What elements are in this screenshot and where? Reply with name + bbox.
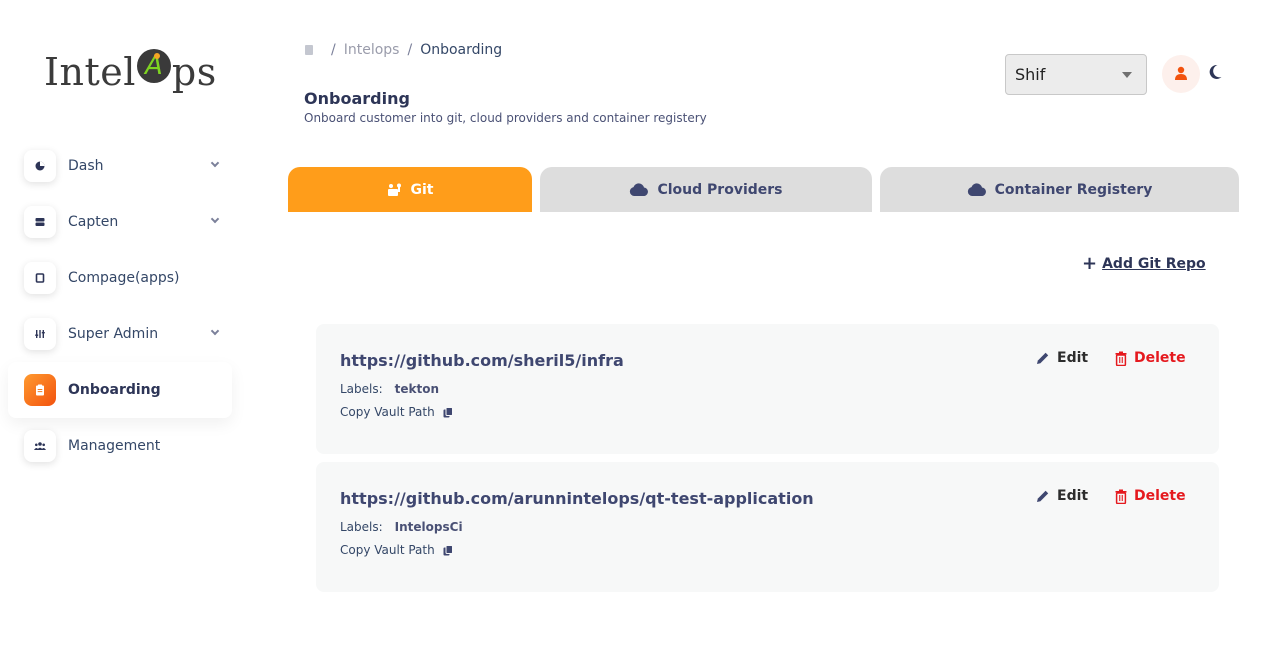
logo-text-prefix: Intel	[44, 50, 136, 94]
edit-button[interactable]: Edit	[1036, 350, 1088, 366]
sidebar-nav: Dash Capten Compage(apps) Super Admin On…	[8, 138, 232, 474]
user-icon	[1174, 65, 1188, 84]
moon-icon	[1208, 64, 1222, 84]
copy-icon[interactable]	[443, 406, 453, 418]
tab-cloud-providers[interactable]: Cloud Providers	[540, 167, 872, 212]
sidebar: Intel A ps Dash Capten Compage(apps) Sup…	[0, 0, 240, 664]
plus-icon: +	[1082, 253, 1098, 274]
git-icon	[387, 183, 403, 197]
delete-label: Delete	[1134, 350, 1186, 366]
edit-label: Edit	[1057, 488, 1089, 504]
repo-labels: Labels: IntelopsCi	[340, 520, 463, 534]
pencil-icon	[1037, 352, 1049, 364]
sidebar-item-label: Dash	[68, 158, 104, 174]
home-icon[interactable]	[305, 45, 313, 55]
copy-vault-path-label: Copy Vault Path	[340, 405, 435, 419]
user-profile-button[interactable]	[1162, 55, 1200, 93]
dark-mode-toggle[interactable]	[1205, 62, 1225, 86]
organization-select-value: Shif	[1015, 65, 1046, 84]
tab-label: Container Registery	[994, 181, 1153, 198]
copy-icon[interactable]	[443, 544, 453, 556]
sidebar-item-label: Compage(apps)	[68, 270, 180, 286]
sidebar-item-compage[interactable]: Compage(apps)	[8, 250, 232, 306]
sidebar-item-label: Onboarding	[68, 382, 161, 398]
delete-button[interactable]: Delete	[1115, 488, 1186, 504]
pie-chart-icon	[24, 150, 56, 182]
breadcrumb-separator: /	[331, 42, 336, 58]
caret-down-icon	[1122, 72, 1132, 78]
cloud-icon	[629, 183, 649, 196]
logo-badge: A	[136, 49, 171, 83]
users-icon	[24, 430, 56, 462]
onboarding-tabs: Git Cloud Providers Container Registery	[288, 167, 1239, 212]
sidebar-item-label: Capten	[68, 214, 119, 230]
trash-icon	[1115, 489, 1127, 504]
server-icon	[24, 206, 56, 238]
clipboard-icon	[24, 374, 56, 406]
breadcrumb-separator: /	[407, 42, 413, 58]
repo-card: https://github.com/arunnintelops/qt-test…	[316, 462, 1219, 592]
sidebar-item-dash[interactable]: Dash	[8, 138, 232, 194]
chevron-down-icon[interactable]	[210, 326, 220, 336]
copy-vault-path[interactable]: Copy Vault Path	[340, 543, 453, 557]
sidebar-item-capten[interactable]: Capten	[8, 194, 232, 250]
copy-vault-path-label: Copy Vault Path	[340, 543, 435, 557]
sidebar-item-label: Super Admin	[68, 326, 159, 342]
edit-label: Edit	[1057, 350, 1089, 366]
chevron-down-icon[interactable]	[210, 214, 220, 224]
chevron-down-icon[interactable]	[210, 158, 220, 168]
labels-title: Labels:	[340, 520, 383, 534]
edit-button[interactable]: Edit	[1036, 488, 1088, 504]
page-title: Onboarding	[304, 89, 410, 108]
pencil-icon	[1037, 490, 1049, 502]
tab-label: Cloud Providers	[657, 181, 783, 198]
cloud-icon	[967, 183, 987, 196]
copy-vault-path[interactable]: Copy Vault Path	[340, 405, 453, 419]
add-git-repo-label: Add Git Repo	[1102, 256, 1206, 272]
breadcrumb-parent[interactable]: Intelops	[344, 42, 400, 58]
label-tag: IntelopsCi	[394, 520, 463, 534]
repo-url[interactable]: https://github.com/sheril5/infra	[340, 351, 624, 370]
sidebar-item-super-admin[interactable]: Super Admin	[8, 306, 232, 362]
sidebar-item-management[interactable]: Management	[8, 418, 232, 474]
breadcrumb: / Intelops / Onboarding	[305, 42, 502, 58]
tablet-icon	[24, 262, 56, 294]
labels-title: Labels:	[340, 382, 383, 396]
logo-text-suffix: ps	[171, 50, 217, 94]
tab-git[interactable]: Git	[288, 167, 532, 212]
repo-labels: Labels: tekton	[340, 382, 439, 396]
delete-label: Delete	[1134, 488, 1186, 504]
breadcrumb-current: Onboarding	[420, 42, 503, 58]
label-tag: tekton	[394, 382, 440, 396]
add-git-repo-button[interactable]: + Add Git Repo	[1082, 255, 1206, 273]
repo-card: https://github.com/sheril5/infra Labels:…	[316, 324, 1219, 454]
delete-button[interactable]: Delete	[1115, 350, 1186, 366]
organization-select[interactable]: Shif	[1005, 54, 1147, 95]
intelops-logo[interactable]: Intel A ps	[44, 44, 217, 100]
repo-url[interactable]: https://github.com/arunnintelops/qt-test…	[340, 489, 814, 508]
tab-label: Git	[410, 181, 434, 198]
sidebar-item-onboarding[interactable]: Onboarding	[8, 362, 232, 418]
trash-icon	[1115, 351, 1127, 366]
sidebar-item-label: Management	[68, 438, 161, 454]
tab-container-registery[interactable]: Container Registery	[880, 167, 1239, 212]
sliders-icon	[24, 318, 56, 350]
page-subtitle: Onboard customer into git, cloud provide…	[304, 111, 707, 125]
